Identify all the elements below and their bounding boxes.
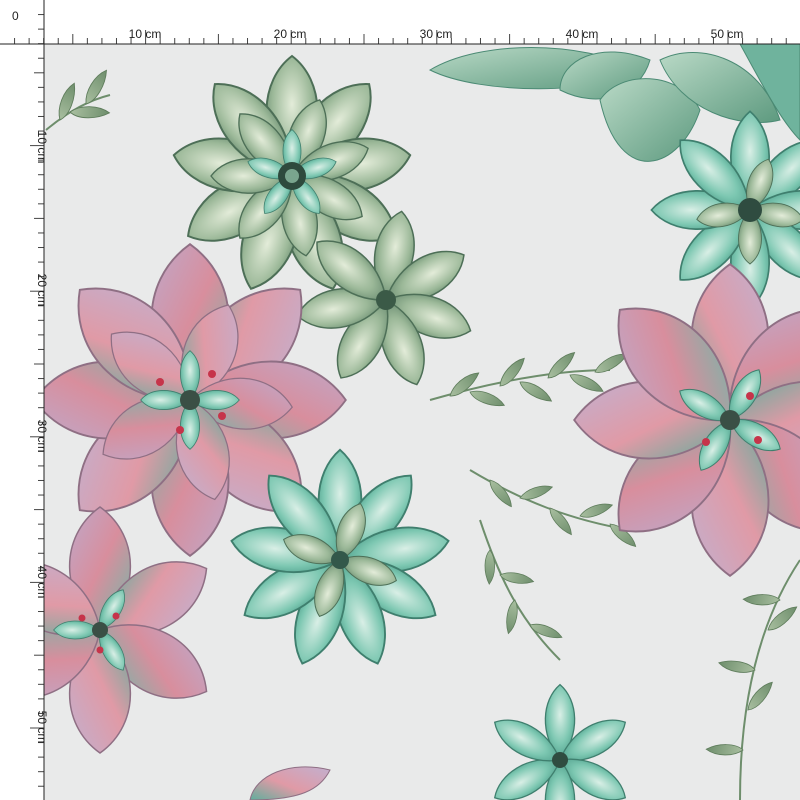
ruler-top-background	[0, 0, 800, 44]
ruler-top-label-50: 50 cm	[711, 27, 744, 41]
ruler-left-label-50: 50 cm	[35, 711, 49, 744]
ruler-left-background	[0, 0, 44, 800]
ruler-left-label-10: 10 cm	[35, 131, 49, 164]
ruler-left-label-40: 40 cm	[35, 566, 49, 599]
ruler-origin-label: 0	[12, 9, 19, 23]
ruler-top-label-30: 30 cm	[420, 27, 453, 41]
ruler-left-label-30: 30 cm	[35, 420, 49, 453]
ruler-top-label-40: 40 cm	[566, 27, 599, 41]
fabric-sample-canvas: 0 10 cm 20 cm 30 cm 40 cm 50 cm 10 cm 20…	[0, 0, 800, 800]
ruler-top-label-10: 10 cm	[129, 27, 162, 41]
ruler-top-label-20: 20 cm	[274, 27, 307, 41]
ruler-left-label-20: 20 cm	[35, 274, 49, 307]
